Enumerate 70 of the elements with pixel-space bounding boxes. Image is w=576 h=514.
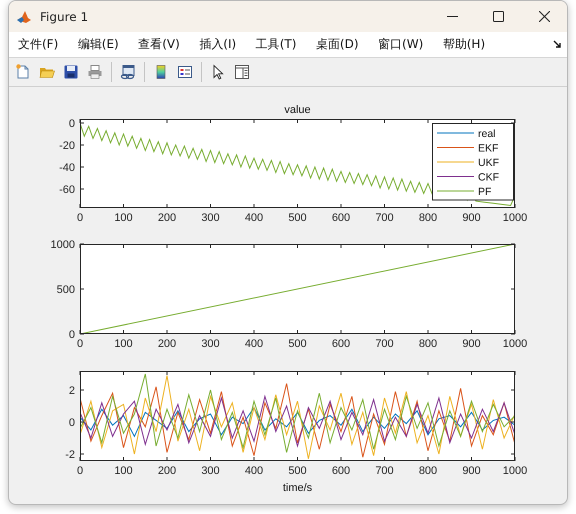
- dock-arrow-icon[interactable]: [553, 40, 562, 49]
- menu-item[interactable]: 文件(F): [14, 34, 62, 55]
- tick-label: 500: [288, 338, 307, 350]
- maximize-icon: [492, 11, 504, 22]
- menu-item[interactable]: 插入(I): [195, 34, 240, 55]
- tick-label: 0: [76, 338, 84, 350]
- tick-label: 800: [418, 338, 438, 350]
- menu-item[interactable]: 桌面(D): [312, 34, 363, 55]
- tick-label: 100: [114, 338, 133, 350]
- tick-label: 700: [375, 212, 394, 224]
- tick-label: 1000: [50, 239, 75, 251]
- tick-label: 900: [462, 465, 481, 477]
- tick-label: 600: [332, 465, 350, 477]
- tick-label: 0: [76, 212, 84, 224]
- tick-label: 2: [68, 385, 75, 398]
- tick-label: 900: [462, 212, 481, 224]
- tick-label: 500: [288, 465, 307, 477]
- tick-label: 0: [68, 329, 75, 341]
- tick-label: 0: [76, 465, 84, 477]
- legend-icon: [177, 64, 193, 80]
- tick-label: 200: [158, 212, 176, 224]
- new-file-icon: [15, 64, 31, 80]
- tick-label: 600: [332, 338, 350, 350]
- tick-label: 700: [375, 338, 394, 350]
- tick-label: 1000: [502, 338, 528, 350]
- tick-label: 600: [332, 212, 350, 224]
- menu-item[interactable]: 查看(V): [134, 34, 184, 55]
- panel-icon: [234, 64, 250, 80]
- tick-label: 800: [418, 212, 438, 224]
- tick-label: 100: [114, 212, 133, 224]
- menu-item[interactable]: 工具(T): [252, 34, 300, 55]
- legend-label: real: [478, 128, 496, 140]
- minimize-icon: [446, 16, 458, 17]
- tick-label: 100: [114, 465, 133, 477]
- tick-label: 200: [158, 465, 176, 477]
- tick-label: 0: [68, 118, 75, 130]
- menu-item[interactable]: 窗口(W): [374, 34, 428, 55]
- legend-label: UKF: [478, 157, 499, 169]
- tick-label: -60: [59, 184, 75, 196]
- legend-label: PF: [478, 186, 492, 198]
- tick-label: 300: [201, 212, 220, 224]
- tick-label: 1000: [502, 465, 528, 477]
- tick-label: 900: [462, 338, 481, 350]
- peak-logo-icon: [16, 8, 32, 24]
- tick-label: 400: [244, 338, 264, 350]
- tick-label: 800: [418, 465, 438, 477]
- tick-label: 500: [288, 212, 307, 224]
- menu-item[interactable]: 帮助(H): [438, 34, 490, 55]
- tick-label: -2: [65, 448, 75, 461]
- tick-label: 500: [56, 284, 75, 296]
- chart-title: value: [284, 104, 311, 116]
- axis-label: time/s: [282, 482, 312, 494]
- tick-label: 300: [201, 465, 220, 477]
- tick-label: 0: [68, 417, 75, 429]
- tick-label: 200: [158, 338, 176, 350]
- menu-item[interactable]: 编辑(E): [74, 34, 123, 55]
- tick-label: 400: [244, 465, 264, 477]
- save-icon: [63, 64, 79, 80]
- printer-icon: [87, 64, 103, 80]
- legend-label: CKF: [478, 172, 499, 184]
- legend-label: EKF: [478, 142, 498, 154]
- tick-label: -40: [59, 162, 75, 174]
- close-icon: [538, 11, 550, 22]
- tick-label: -20: [59, 140, 75, 152]
- window-title: Figure 1: [40, 10, 90, 24]
- tick-label: 400: [244, 212, 264, 224]
- tick-label: 1000: [502, 212, 528, 224]
- tick-label: 300: [201, 338, 220, 350]
- link-icon: [120, 64, 136, 80]
- tick-label: 700: [375, 465, 394, 477]
